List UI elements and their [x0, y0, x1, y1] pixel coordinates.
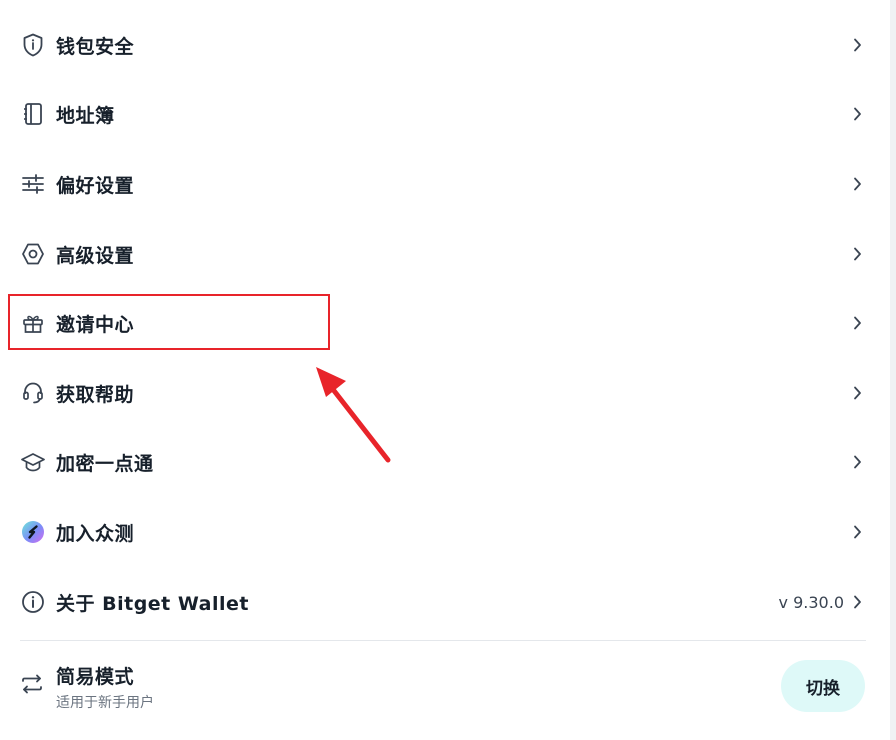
menu-item-advanced-settings[interactable]: 高级设置: [0, 226, 890, 282]
headset-icon: [20, 380, 46, 406]
menu-item-label: 邀请中心: [56, 313, 135, 336]
mode-subtitle: 适用于新手用户: [56, 695, 154, 711]
info-icon: [20, 589, 46, 615]
simple-mode-row: 简易模式 适用于新手用户 切换: [0, 650, 890, 730]
chevron-right-icon: [850, 177, 864, 191]
chevron-right-icon: [850, 525, 864, 539]
scrollbar[interactable]: [890, 0, 896, 740]
shield-icon: [20, 32, 46, 58]
menu-item-label: 地址簿: [56, 104, 115, 127]
hexagon-gear-icon: [20, 241, 46, 267]
gift-icon: [20, 310, 46, 336]
menu-item-label: 获取帮助: [56, 383, 135, 406]
divider: [20, 640, 866, 641]
menu-item-label: 高级设置: [56, 244, 135, 267]
chevron-right-icon: [850, 455, 864, 469]
version-text: v 9.30.0: [778, 592, 844, 612]
switch-mode-button[interactable]: 切换: [781, 660, 865, 712]
menu-item-crypto-academy[interactable]: 加密一点通: [0, 434, 890, 490]
swap-arrows-icon: [20, 672, 46, 698]
menu-item-about[interactable]: 关于 Bitget Wallet v 9.30.0: [0, 574, 890, 630]
menu-item-wallet-security[interactable]: 钱包安全: [0, 17, 890, 73]
menu-item-label: 关于 Bitget Wallet: [56, 592, 249, 615]
menu-item-label: 加入众测: [56, 522, 135, 545]
address-book-icon: [20, 101, 46, 127]
graduation-cap-icon: [20, 449, 46, 475]
menu-item-label: 钱包安全: [56, 35, 135, 58]
chevron-right-icon: [850, 595, 864, 609]
menu-item-label: 加密一点通: [56, 452, 154, 475]
chevron-right-icon: [850, 107, 864, 121]
menu-item-join-beta[interactable]: 加入众测: [0, 504, 890, 560]
menu-item-get-help[interactable]: 获取帮助: [0, 365, 890, 421]
mode-title: 简易模式: [56, 666, 135, 688]
menu-item-label: 偏好设置: [56, 174, 135, 197]
chevron-right-icon: [850, 38, 864, 52]
chevron-right-icon: [850, 386, 864, 400]
chevron-right-icon: [850, 316, 864, 330]
sliders-icon: [20, 171, 46, 197]
beta-logo-icon: [20, 519, 46, 545]
menu-item-invite-center[interactable]: 邀请中心: [0, 295, 890, 351]
chevron-right-icon: [850, 247, 864, 261]
menu-item-preferences[interactable]: 偏好设置: [0, 156, 890, 212]
menu-item-address-book[interactable]: 地址簿: [0, 86, 890, 142]
